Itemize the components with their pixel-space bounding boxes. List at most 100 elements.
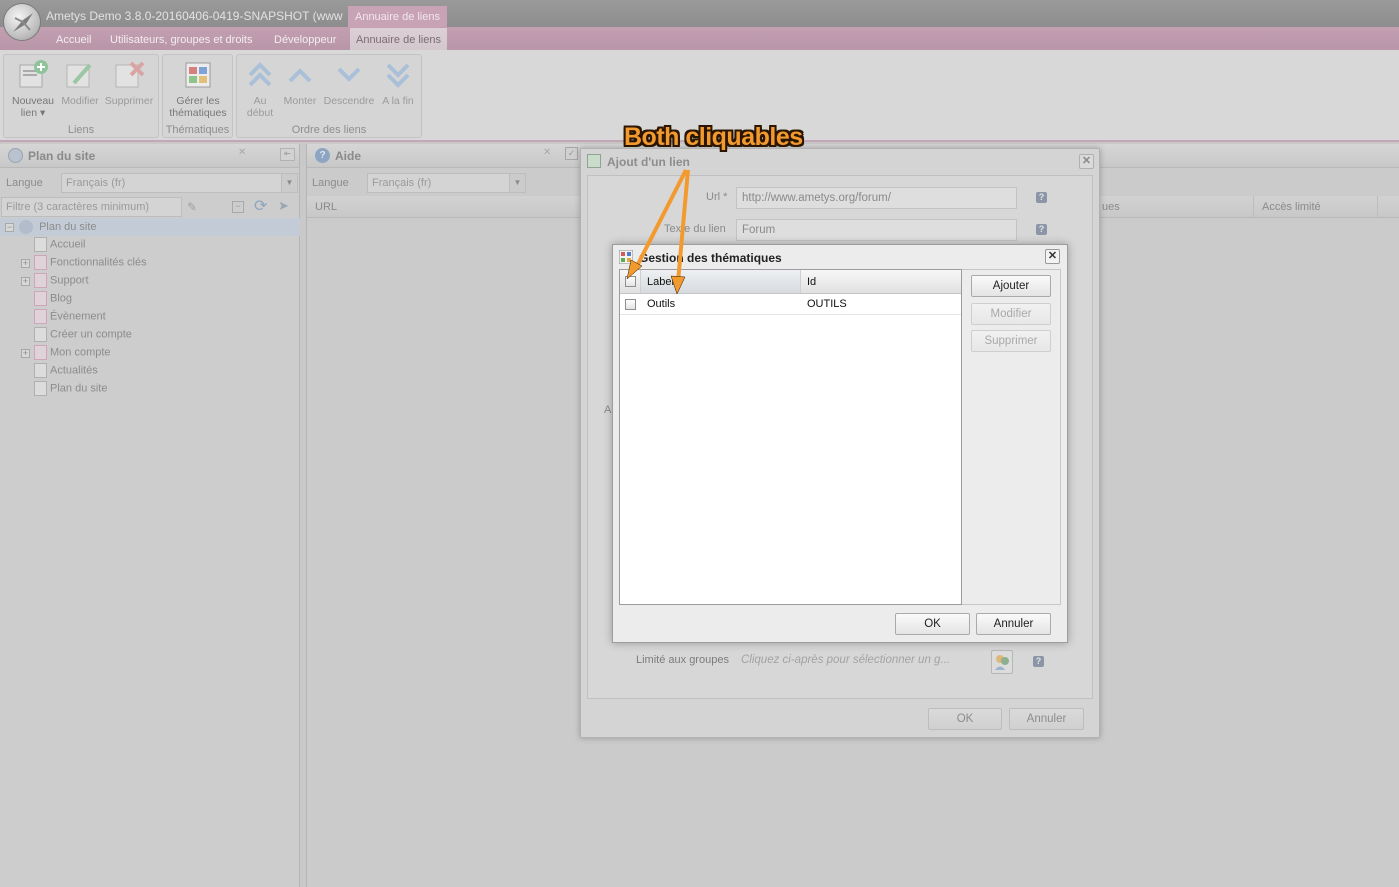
nouveau-lien-label: Nouveau lien: [11, 95, 55, 119]
thematiques-annuler-button[interactable]: Annuler: [976, 613, 1051, 635]
table-row[interactable]: Outils OUTILS: [620, 294, 961, 315]
url-label: Url *: [706, 191, 728, 203]
groupes-label: Limité aux groupes: [636, 654, 729, 666]
ametys-logo-icon[interactable]: [3, 3, 41, 41]
header-checkbox-cell: [620, 270, 641, 293]
ajouter-button[interactable]: Ajouter: [971, 275, 1051, 297]
ajout-annuler-button[interactable]: Annuler: [1009, 708, 1084, 730]
aide-langue-label: Langue: [312, 177, 349, 189]
close-icon[interactable]: ✕: [1045, 249, 1060, 264]
sitemap-panel: Plan du site ✕ ⇤ Langue Français (fr) ▼ …: [0, 144, 300, 887]
expand-icon[interactable]: +: [21, 259, 30, 268]
texte-field[interactable]: Forum: [736, 219, 1017, 241]
tree-item-mon-compte[interactable]: + Mon compte: [21, 345, 111, 363]
page-icon: [34, 327, 47, 342]
tree-item-fonctionnalites[interactable]: + Fonctionnalités clés: [21, 255, 147, 273]
globe-icon: [19, 220, 33, 234]
descendre-button[interactable]: Descendre: [321, 59, 377, 107]
langue-select[interactable]: Français (fr) ▼: [61, 173, 298, 193]
tree-item-blog[interactable]: Blog: [34, 291, 72, 309]
tab-utilisateurs[interactable]: Utilisateurs, groupes et droits: [110, 34, 252, 46]
add-link-icon: [17, 59, 49, 91]
chevron-up-icon: [284, 59, 316, 91]
tree-item-plan-du-site[interactable]: Plan du site: [34, 381, 107, 399]
tree-item-label: Accueil: [50, 238, 86, 251]
supprimer-theme-button[interactable]: Supprimer: [971, 330, 1051, 352]
ajout-ok-button[interactable]: OK: [928, 708, 1002, 730]
supprimer-button[interactable]: Supprimer: [103, 59, 155, 107]
monter-button[interactable]: Monter: [281, 59, 319, 107]
help-icon[interactable]: ?: [1036, 224, 1047, 235]
a-la-fin-button[interactable]: A la fin: [379, 59, 417, 107]
clear-filter-icon[interactable]: ✎: [187, 200, 197, 214]
url-field[interactable]: http://www.ametys.org/forum/: [736, 187, 1017, 209]
tree-item-label: Fonctionnalités clés: [50, 256, 147, 269]
au-debut-label: Au début: [246, 95, 274, 119]
au-debut-button[interactable]: Au début: [241, 59, 279, 119]
supprimer-label: Supprimer: [104, 95, 154, 107]
tab-annuaire-de-liens[interactable]: Annuaire de liens: [350, 28, 447, 51]
gerer-thematiques-button[interactable]: Gérer les thématiques: [165, 59, 231, 119]
help-icon[interactable]: ?: [1036, 192, 1047, 203]
tree-root[interactable]: − Plan du site: [0, 218, 300, 236]
annotation-callout: Both cliquables: [624, 123, 803, 151]
chevron-down-icon: ▼: [281, 174, 297, 192]
descendre-label: Descendre: [323, 95, 375, 107]
column-label-text: Label: [647, 276, 674, 288]
tree-item-accueil[interactable]: Accueil: [34, 237, 85, 255]
select-groups-button[interactable]: [991, 650, 1013, 674]
modifier-button[interactable]: Modifier: [58, 59, 102, 107]
collapse-icon[interactable]: −: [5, 223, 14, 232]
expand-icon[interactable]: +: [21, 349, 30, 358]
column-ues[interactable]: ues: [1093, 196, 1253, 218]
filter-input[interactable]: Filtre (3 caractères minimum): [1, 197, 182, 217]
help-icon[interactable]: ?: [1033, 656, 1044, 667]
modifier-theme-button[interactable]: Modifier: [971, 303, 1051, 325]
tab-accueil[interactable]: Accueil: [56, 34, 91, 46]
column-acces-label: Accès limité: [1262, 201, 1321, 213]
tree-item-label: Support: [50, 274, 89, 287]
tab-developpeur[interactable]: Développeur: [274, 34, 336, 46]
column-id[interactable]: Id: [801, 270, 961, 293]
page-icon: [34, 309, 47, 324]
chevron-down-icon: [333, 59, 365, 91]
column-ues-label: ues: [1102, 201, 1120, 213]
url-value: http://www.ametys.org/forum/: [742, 192, 891, 204]
collapse-all-icon[interactable]: −: [232, 201, 244, 213]
column-label[interactable]: Label: [641, 270, 801, 293]
refresh-icon[interactable]: ⟳: [254, 196, 267, 216]
delete-link-icon: [113, 59, 145, 91]
tree-item-support[interactable]: + Support: [21, 273, 89, 291]
tree-item-label: Blog: [50, 292, 73, 305]
aide-langue-select[interactable]: Français (fr) ▼: [367, 173, 526, 193]
row-checkbox[interactable]: [625, 299, 636, 310]
row-label: Outils: [647, 298, 676, 310]
tree-item-label: Mon compte: [50, 346, 111, 359]
tree-item-creer-compte[interactable]: Créer un compte: [34, 327, 132, 345]
close-icon[interactable]: ✕: [238, 147, 246, 158]
column-url[interactable]: URL: [307, 196, 607, 218]
locate-icon[interactable]: ➤: [278, 198, 289, 214]
tree-item-evenement[interactable]: Évènement: [34, 309, 106, 327]
globe-icon: [8, 148, 23, 163]
group-title-thematiques: Thématiques: [165, 124, 230, 136]
column-id-text: Id: [807, 276, 817, 288]
collapse-panel-icon[interactable]: ⇤: [280, 148, 295, 161]
ajout-lien-header: Ajout d'un lien ✕: [581, 149, 1099, 174]
thematiques-header: Gestion des thématiques ✕: [613, 245, 1067, 269]
thematiques-ok-button[interactable]: OK: [895, 613, 970, 635]
page-icon: [34, 381, 47, 396]
nouveau-lien-button[interactable]: Nouveau lien ▾: [8, 59, 58, 119]
groupes-placeholder: Cliquez ci-après pour sélectionner un g.…: [741, 654, 951, 666]
close-icon[interactable]: ✕: [1079, 154, 1094, 169]
filter-placeholder: Filtre (3 caractères minimum): [6, 201, 150, 213]
ribbon-group-ordre: Au début Monter Descendre A la fin Ordre…: [236, 54, 422, 138]
select-all-checkbox[interactable]: [625, 276, 636, 287]
monter-label: Monter: [283, 95, 317, 107]
tree-item-actualites[interactable]: Actualités: [34, 363, 98, 381]
close-icon[interactable]: ✕: [543, 147, 551, 158]
tree-item-label: Évènement: [50, 310, 106, 323]
checkbox-tab-icon[interactable]: ✓: [565, 147, 578, 160]
expand-icon[interactable]: +: [21, 277, 30, 286]
column-acces-limite[interactable]: Accès limité: [1253, 196, 1377, 218]
